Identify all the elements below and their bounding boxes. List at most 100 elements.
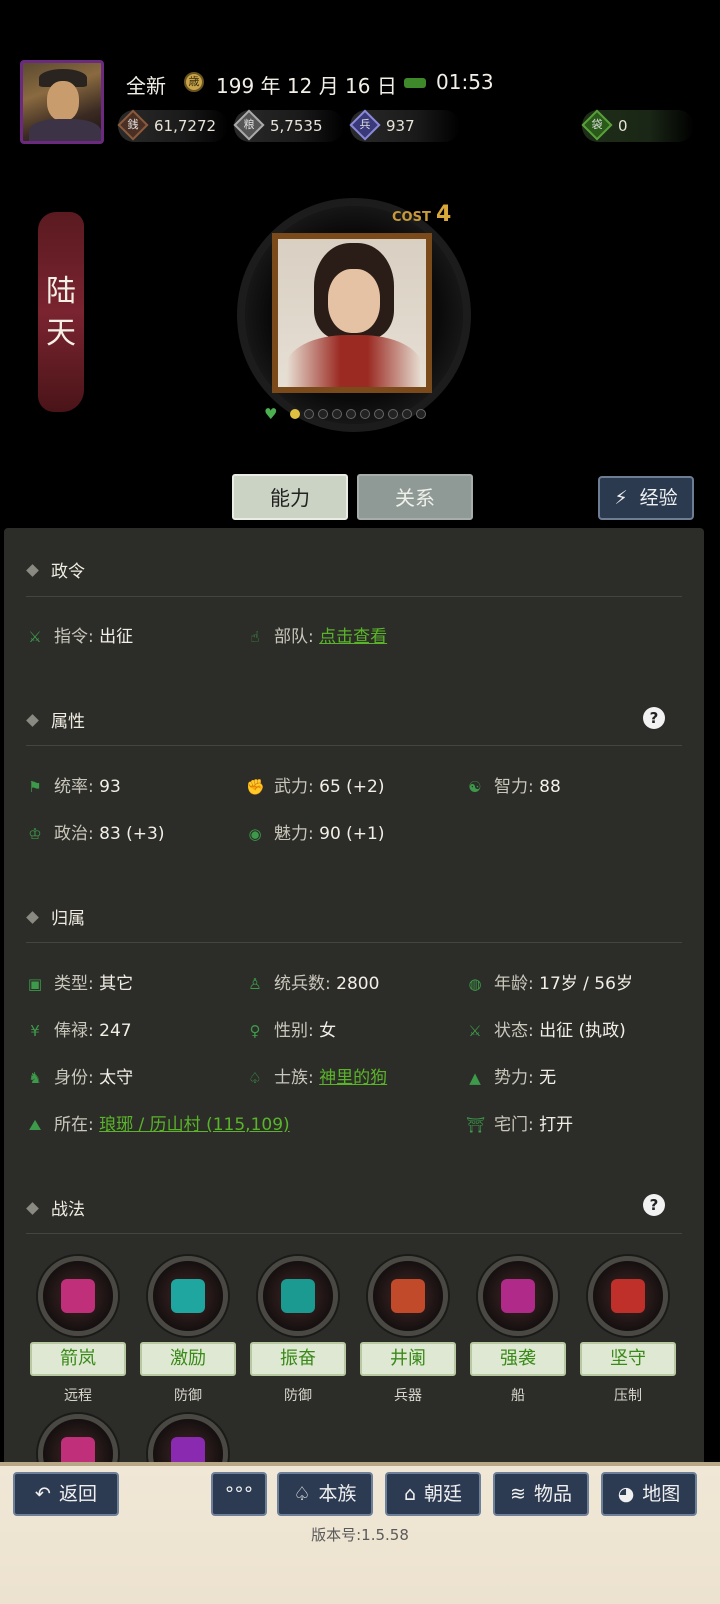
game-status: 全新 [126, 74, 166, 98]
map-button[interactable]: ◕ 地图 [601, 1472, 697, 1516]
fist-icon: ✊ [246, 778, 265, 796]
hand-icon: ☝ [250, 628, 260, 646]
flag-icon: ⚑ [28, 778, 42, 796]
items-icon: ≋ [510, 1483, 526, 1505]
grain-resource[interactable]: 粮 5,7535 [233, 109, 344, 142]
grain-icon: 粮 [233, 109, 265, 141]
section-attributes-title: 属性 [26, 707, 85, 732]
tab-relation[interactable]: 关系 [357, 474, 473, 520]
hero-name-banner: 陆 天 [38, 212, 84, 412]
game-time: 01:53 [436, 70, 494, 94]
attr-salary: ¥ 俸禄: 247 [26, 1016, 131, 1041]
swords-icon: ⚔ [468, 1022, 482, 1040]
soldier-resource[interactable]: 兵 937 [349, 109, 460, 142]
skill-name-tag[interactable]: 强袭 [470, 1342, 566, 1376]
game-date: 199 年 12 月 16 日 [216, 74, 397, 98]
skill-icon-siege-tower[interactable] [368, 1256, 448, 1336]
items-button[interactable]: ≋ 物品 [493, 1472, 589, 1516]
tab-ability[interactable]: 能力 [232, 474, 348, 520]
court-button[interactable]: ⌂ 朝廷 [385, 1472, 481, 1516]
info-panel[interactable] [4, 528, 704, 1468]
skill-name-tag[interactable]: 井阑 [360, 1342, 456, 1376]
pawn-icon: ♞ [28, 1069, 42, 1087]
attr-age: ◍ 年龄: 17岁 / 56岁 [466, 969, 633, 994]
money-resource[interactable]: 銭 61,7272 [117, 109, 228, 142]
lightning-icon: ⚡ [614, 487, 628, 509]
skill-type-label: 压制 [614, 1388, 642, 1404]
horse-icon [404, 78, 426, 88]
attr-command: ⚔ 指令: 出征 [26, 622, 133, 647]
attr-identity: ♞ 身份: 太守 [26, 1063, 133, 1088]
person-icon: ♙ [248, 975, 262, 993]
clan-link[interactable]: 神里的狗 [319, 1068, 387, 1088]
attr-clan: ♤ 士族: 神里的狗 [246, 1063, 387, 1088]
command-icon: ⚔ [28, 628, 42, 646]
star-dot [290, 409, 300, 419]
skill-type-label: 防御 [174, 1388, 202, 1404]
yen-icon: ¥ [30, 1022, 40, 1040]
age-icon: ◍ [468, 975, 482, 993]
star-dot [346, 409, 356, 419]
experience-button[interactable]: ⚡ 经验 [598, 476, 694, 520]
player-avatar[interactable] [20, 60, 104, 144]
star-level-indicator: ♥ [264, 406, 426, 422]
divider [26, 596, 682, 597]
clan-icon: ♤ [248, 1069, 262, 1087]
cost-value: 4 [436, 202, 452, 227]
crown-icon: ♔ [28, 825, 42, 843]
skill-name-tag[interactable]: 激励 [140, 1342, 236, 1376]
heart-icon: ♥ [264, 405, 278, 423]
star-dot [304, 409, 314, 419]
hero-name-char-1: 陆 [46, 274, 76, 309]
back-button[interactable]: ↶ 返回 [13, 1472, 119, 1516]
attr-residence: ⛩ 宅门: 打开 [466, 1115, 574, 1135]
skill-icon-inspire[interactable] [148, 1256, 228, 1336]
globe-icon: ◕ [617, 1483, 635, 1505]
skill-name-tag[interactable]: 振奋 [250, 1342, 346, 1376]
pouch-icon: 袋 [581, 109, 613, 141]
attributes-help-button[interactable]: ? [643, 707, 665, 729]
star-dot [416, 409, 426, 419]
cost-label: COST [392, 210, 431, 225]
attr-gender: ♀ 性别: 女 [246, 1016, 337, 1041]
star-dot [318, 409, 328, 419]
mountain-icon: ▲ [469, 1069, 481, 1087]
attr-troop-count: ♙ 统兵数: 2800 [246, 969, 379, 994]
attr-faction: ▲ 势力: 无 [466, 1063, 556, 1088]
star-dot [388, 409, 398, 419]
more-button[interactable]: °°° [211, 1472, 267, 1516]
version-label: 版本号:1.5.58 [311, 1526, 409, 1544]
location-link[interactable]: 琅琊 / 历山村 (115,109) [99, 1115, 290, 1135]
eye-icon: ◉ [248, 825, 262, 843]
star-dot [374, 409, 384, 419]
divider [26, 745, 682, 746]
skill-icon-raid[interactable] [478, 1256, 558, 1336]
location-icon: ⛰ [28, 1116, 42, 1134]
attr-state: ⚔ 状态: 出征 (执政) [466, 1016, 626, 1041]
skill-name-tag[interactable]: 坚守 [580, 1342, 676, 1376]
attr-charm: ◉ 魅力: 90 (+1) [246, 819, 384, 844]
hero-name-char-2: 天 [46, 316, 76, 351]
star-dot [360, 409, 370, 419]
calendar-icon: ▣ [27, 975, 43, 993]
brain-icon: ☯ [468, 778, 482, 796]
divider [26, 1233, 682, 1234]
attr-troop: ☝ 部队: 点击查看 [246, 622, 387, 647]
skill-icon-hold[interactable] [588, 1256, 668, 1336]
star-dot [402, 409, 412, 419]
money-icon: 銭 [117, 109, 149, 141]
pouch-resource[interactable]: 袋 0 [581, 109, 694, 142]
skill-icon-arrow-storm[interactable] [38, 1256, 118, 1336]
gender-icon: ♀ [249, 1022, 261, 1040]
section-tactics-title: 战法 [26, 1195, 85, 1220]
tactics-help-button[interactable]: ? [643, 1194, 665, 1216]
skill-icon-rally[interactable] [258, 1256, 338, 1336]
view-troop-link[interactable]: 点击查看 [319, 627, 387, 647]
skill-name-tag[interactable]: 箭岚 [30, 1342, 126, 1376]
hero-portrait[interactable] [272, 233, 432, 393]
clan-icon: ♤ [293, 1483, 311, 1505]
soldier-icon: 兵 [349, 109, 381, 141]
back-arrow-icon: ↶ [35, 1483, 51, 1505]
clan-button[interactable]: ♤ 本族 [277, 1472, 373, 1516]
skill-type-label: 远程 [64, 1388, 92, 1404]
